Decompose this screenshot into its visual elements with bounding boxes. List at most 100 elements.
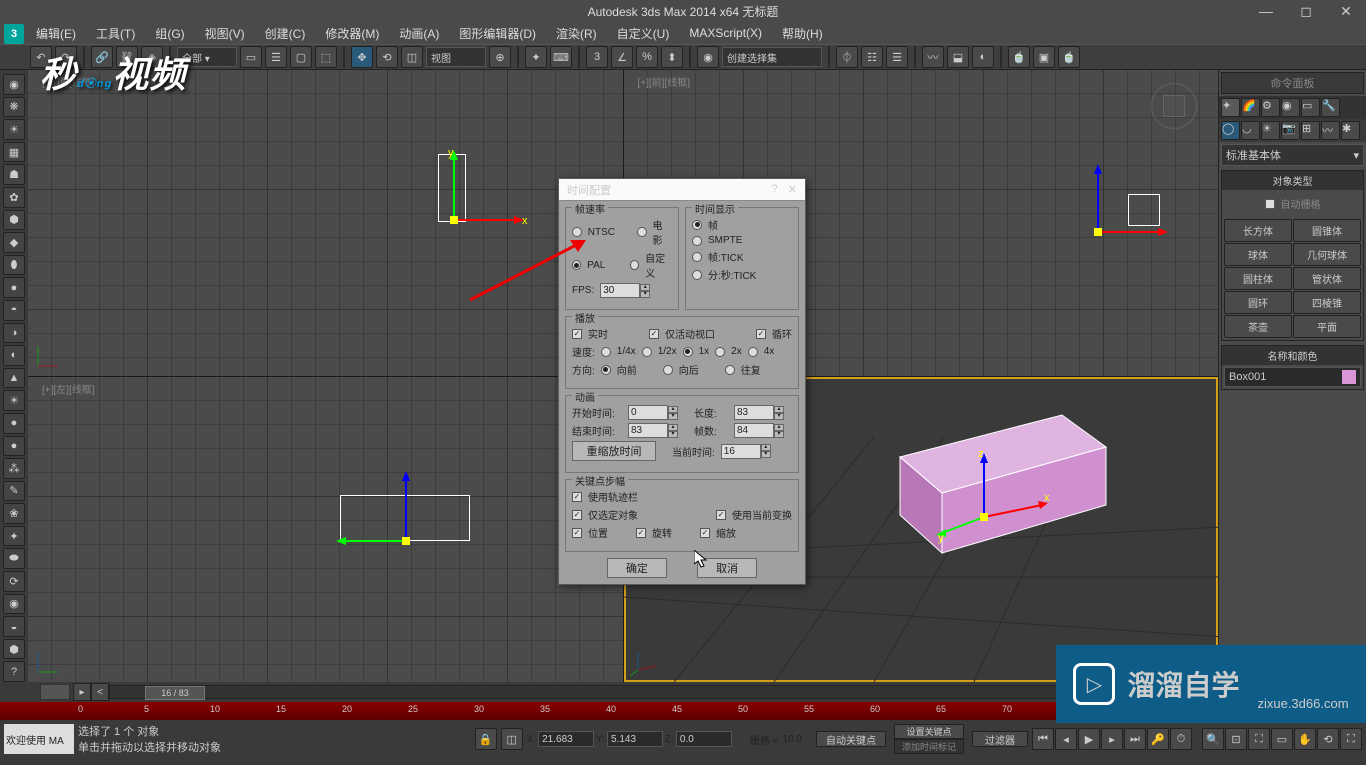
btn-pyramid[interactable]: 四棱锥 [1293, 291, 1361, 314]
td-mmsstick-radio[interactable] [692, 270, 702, 280]
speed-1-radio[interactable] [683, 347, 693, 357]
menu-view[interactable]: 视图(V) [199, 23, 251, 44]
prev-frame-button[interactable]: ▸ [73, 683, 91, 701]
lt-icon[interactable]: ⬬ [3, 548, 25, 569]
tab-hierarchy[interactable]: ⚙ [1261, 98, 1280, 117]
redo-button[interactable]: ↷ [55, 46, 77, 68]
lt-icon[interactable]: ◐ [3, 345, 25, 366]
btn-torus[interactable]: 圆环 [1224, 291, 1292, 314]
link-button[interactable]: 🔗 [91, 46, 113, 68]
btn-cylinder[interactable]: 圆柱体 [1224, 267, 1292, 290]
render-button[interactable]: 🍵 [1058, 46, 1080, 68]
current-spinner[interactable]: ▴▾ [721, 444, 771, 459]
select-region-button[interactable]: ▢ [290, 46, 312, 68]
dialog-titlebar[interactable]: 时间配置 ?✕ [559, 179, 805, 201]
tab-create[interactable]: ✦ [1221, 98, 1240, 117]
lt-icon[interactable]: ❀ [3, 503, 25, 524]
rollout-header[interactable]: 对象类型 [1222, 171, 1363, 190]
dialog-close-button[interactable]: ✕ [788, 183, 797, 196]
lt-icon[interactable]: ✎ [3, 481, 25, 502]
spinner-snap-button[interactable]: ⬍ [661, 46, 683, 68]
scale-button[interactable]: ◫ [401, 46, 423, 68]
move-gizmo-top[interactable]: xy [436, 148, 536, 238]
selonly-check[interactable] [572, 510, 582, 520]
viewcube-icon[interactable] [1148, 80, 1200, 132]
td-frametick-radio[interactable] [692, 252, 702, 262]
menu-rendering[interactable]: 渲染(R) [550, 23, 603, 44]
close-button[interactable]: ✕ [1326, 0, 1366, 22]
zoom-button[interactable]: 🔍 [1202, 728, 1224, 750]
menu-help[interactable]: 帮助(H) [776, 23, 829, 44]
zoom-extents-button[interactable]: ⛶ [1248, 728, 1270, 750]
render-setup-button[interactable]: 🍵 [1008, 46, 1030, 68]
isolate-icon[interactable]: ◫ [501, 728, 523, 750]
speed-14-radio[interactable] [601, 347, 611, 357]
unlink-button[interactable]: ⛓ [116, 46, 138, 68]
speed-4-radio[interactable] [748, 347, 758, 357]
start-spinner[interactable]: ▴▾ [628, 405, 678, 420]
subtab-systems[interactable]: ✱ [1341, 121, 1360, 140]
lt-icon[interactable]: ◒ [3, 616, 25, 637]
viewport-left[interactable]: [+][左][线框] [28, 377, 623, 683]
menu-create[interactable]: 创建(C) [259, 23, 312, 44]
move-gizmo-front[interactable] [1068, 160, 1178, 250]
maxvp-button[interactable]: ⛶ [1340, 728, 1362, 750]
goto-end-button[interactable]: ⏭ [1124, 728, 1146, 750]
time-config-button[interactable]: ⏱ [1170, 728, 1192, 750]
lt-icon[interactable]: ❋ [3, 97, 25, 118]
lt-icon[interactable]: ● [3, 277, 25, 298]
named-selection-dropdown[interactable]: 创建选择集 [722, 47, 822, 67]
zoom-all-button[interactable]: ⊡ [1225, 728, 1247, 750]
y-input[interactable]: 5.143 [607, 731, 663, 747]
lt-icon[interactable]: ▲ [3, 368, 25, 389]
pal-radio[interactable] [572, 260, 581, 270]
lt-icon[interactable]: ◓ [3, 300, 25, 321]
subtab-lights[interactable]: ☀ [1261, 121, 1280, 140]
realtime-check[interactable] [572, 329, 582, 339]
subtab-spacewarps[interactable]: 〰 [1321, 121, 1340, 140]
dir-pp-radio[interactable] [725, 365, 735, 375]
usecur-check[interactable] [716, 510, 726, 520]
menu-edit[interactable]: 编辑(E) [30, 23, 82, 44]
schematic-button[interactable]: ⬓ [947, 46, 969, 68]
viewport-top[interactable]: [+][顶][线框] xy [28, 70, 623, 376]
keyfilter-button[interactable]: 过滤器 [972, 731, 1028, 747]
subtab-shapes[interactable]: ◡ [1241, 121, 1260, 140]
rescale-button[interactable]: 重缩放时间 [572, 441, 656, 461]
menu-modifiers[interactable]: 修改器(M) [319, 23, 385, 44]
key-mode-button[interactable]: 🔑 [1147, 728, 1169, 750]
tab-utilities[interactable]: 🔧 [1321, 98, 1340, 117]
kpos-check[interactable] [572, 528, 582, 538]
render-frame-button[interactable]: ▣ [1033, 46, 1055, 68]
selection-filter[interactable]: 全部 ▾ [177, 47, 237, 67]
lt-icon[interactable]: ● [3, 413, 25, 434]
subtab-helpers[interactable]: ⊞ [1301, 121, 1320, 140]
maximize-button[interactable]: ◻ [1286, 0, 1326, 22]
layers-button[interactable]: ☰ [886, 46, 908, 68]
btn-sphere[interactable]: 球体 [1224, 243, 1292, 266]
zoom-region-button[interactable]: ▭ [1271, 728, 1293, 750]
lt-icon[interactable]: ▦ [3, 142, 25, 163]
ntsc-radio[interactable] [572, 227, 582, 237]
lt-icon[interactable]: ☀ [3, 390, 25, 411]
lt-icon[interactable]: ◉ [3, 74, 25, 95]
lt-icon[interactable]: ☀ [3, 119, 25, 140]
menu-tools[interactable]: 工具(T) [90, 23, 141, 44]
lt-icon[interactable]: ⟳ [3, 571, 25, 592]
td-frames-radio[interactable] [692, 220, 702, 230]
fps-spinner[interactable]: ▴▾ [600, 283, 650, 298]
menu-animation[interactable]: 动画(A) [393, 23, 445, 44]
select-name-button[interactable]: ☰ [265, 46, 287, 68]
subtab-cameras[interactable]: 📷 [1281, 121, 1300, 140]
fcount-spinner[interactable]: ▴▾ [734, 423, 784, 438]
length-spinner[interactable]: ▴▾ [734, 405, 784, 420]
dir-rev-radio[interactable] [663, 365, 673, 375]
color-swatch[interactable] [1342, 370, 1356, 384]
named-sel-button[interactable]: ◉ [697, 46, 719, 68]
tab-motion[interactable]: ◉ [1281, 98, 1300, 117]
maxscript-listener[interactable]: 欢迎使用 MA [4, 724, 74, 754]
td-smpte-radio[interactable] [692, 236, 702, 246]
menu-group[interactable]: 组(G) [149, 23, 190, 44]
prev-frame-button[interactable]: ◂ [1055, 728, 1077, 750]
kscale-check[interactable] [700, 528, 710, 538]
